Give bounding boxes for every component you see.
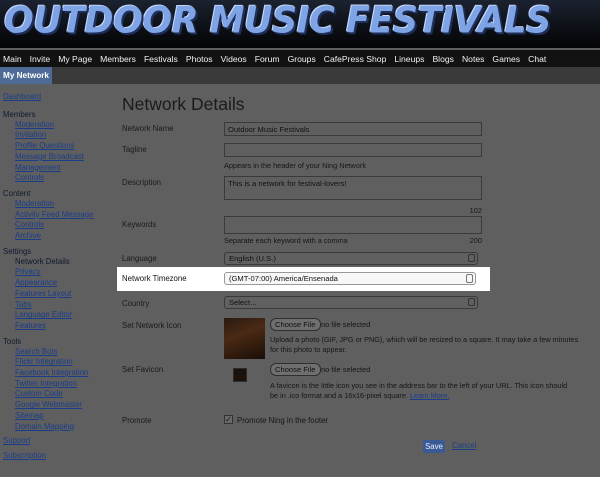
country-select[interactable]: Select...: [224, 296, 478, 309]
nav-item-notes[interactable]: Notes: [462, 54, 484, 64]
language-select-value: English (U.S.): [229, 254, 276, 263]
sidebar-item-custom-code[interactable]: Custom Code: [0, 389, 108, 400]
keywords-label: Keywords: [122, 220, 157, 229]
description-label: Description: [122, 178, 161, 187]
promote-checkbox[interactable]: ✓: [224, 415, 233, 424]
favicon-file-status: no file selected: [321, 365, 371, 374]
promote-checkbox-label: Promote Ning in the footer: [237, 416, 329, 425]
sidebar-item-language-editor[interactable]: Language Editor: [0, 310, 108, 321]
save-button[interactable]: Save: [423, 440, 445, 453]
tab-my-network[interactable]: My Network: [0, 67, 52, 84]
network-icon-hint-line2: for this photo to appear.: [270, 345, 347, 354]
nav-item-cafepress-shop[interactable]: CafePress Shop: [324, 54, 387, 64]
favicon-hint-line2: be in .ico format and a 16x16-pixel squa…: [270, 391, 449, 400]
sidebar-item-domain-mapping[interactable]: Domain Mapping: [0, 422, 108, 433]
sidebar-item-features-layout[interactable]: Features Layout: [0, 289, 108, 300]
timezone-select-value: (GMT-07:00) America/Ensenada: [229, 274, 338, 283]
sidebar-item-privacy[interactable]: Privacy: [0, 267, 108, 278]
sidebar-item-member-controls[interactable]: Controls: [0, 173, 108, 184]
sidebar-item-subscription[interactable]: Subscription: [3, 451, 108, 462]
sub-nav: My Network: [0, 67, 600, 84]
select-arrow-icon: [468, 254, 475, 262]
nav-item-lineups[interactable]: Lineups: [394, 54, 424, 64]
favicon-hint-line1: A favicon is the little icon you see in …: [270, 381, 568, 390]
nav-item-invite[interactable]: Invite: [30, 54, 51, 64]
tagline-hint: Appears in the header of your Ning Netwo…: [224, 161, 366, 170]
page-title: Network Details: [122, 94, 245, 114]
sidebar-heading-content: Content: [3, 188, 31, 198]
nav-item-forum[interactable]: Forum: [255, 54, 280, 64]
nav-item-members[interactable]: Members: [100, 54, 136, 64]
nav-item-games[interactable]: Games: [492, 54, 520, 64]
nav-item-groups[interactable]: Groups: [288, 54, 316, 64]
language-select[interactable]: English (U.S.): [224, 252, 478, 265]
description-textarea[interactable]: This is a network for festival-lovers!: [224, 176, 482, 200]
keywords-char-count: 200: [469, 236, 482, 245]
keywords-input[interactable]: [224, 216, 482, 234]
network-icon-preview: [224, 318, 265, 359]
nav-item-videos[interactable]: Videos: [221, 54, 247, 64]
sidebar-item-dashboard[interactable]: Dashboard: [3, 92, 108, 103]
sidebar-item-message-broadcast[interactable]: Message Broadcast: [0, 152, 108, 163]
sidebar-item-features[interactable]: Features: [0, 321, 108, 332]
country-select-value: Select...: [229, 298, 257, 307]
nav-item-chat[interactable]: Chat: [528, 54, 546, 64]
timezone-label: Network Timezone: [122, 274, 187, 283]
favicon-choose-file-button[interactable]: Choose File: [270, 363, 321, 376]
select-arrow-icon: [466, 274, 473, 283]
sidebar-heading-settings: Settings: [3, 246, 32, 256]
sidebar-item-appearance[interactable]: Appearance: [0, 278, 108, 289]
favicon-preview: [233, 368, 247, 382]
sidebar-item-search-bots[interactable]: Search Bots: [0, 347, 108, 358]
sidebar-item-facebook-integration[interactable]: Facebook Integration: [0, 368, 108, 379]
network-name-input[interactable]: Outdoor Music Festivals: [224, 122, 482, 136]
main-nav: Main Invite My Page Members Festivals Ph…: [0, 50, 600, 67]
banner: OUTDOOR MUSIC FESTIVALS: [0, 0, 600, 48]
language-label: Language: [122, 254, 157, 263]
sidebar-heading-tools: Tools: [3, 336, 22, 346]
network-icon-file-status: no file selected: [321, 320, 371, 329]
sidebar-item-content-moderation[interactable]: Moderation: [0, 199, 108, 210]
network-icon-choose-file-button[interactable]: Choose File: [270, 318, 321, 331]
tagline-input[interactable]: [224, 143, 482, 157]
nav-item-my-page[interactable]: My Page: [58, 54, 92, 64]
promote-label: Promote: [122, 416, 152, 425]
sidebar-item-moderation[interactable]: Moderation: [0, 120, 108, 131]
admin-sidebar: Dashboard Members Moderation Invitation …: [0, 92, 108, 462]
sidebar-item-support[interactable]: Support: [3, 436, 108, 447]
network-icon-label: Set Network Icon: [122, 321, 182, 330]
sidebar-item-invitation[interactable]: Invitation: [0, 130, 108, 141]
sidebar-heading-members: Members: [3, 109, 36, 119]
nav-item-photos[interactable]: Photos: [186, 54, 213, 64]
country-label: Country: [122, 299, 150, 308]
timezone-highlight-row: Network Timezone (GMT-07:00) America/Ens…: [117, 267, 490, 291]
sidebar-item-flickr-integration[interactable]: Flickr Integration: [0, 357, 108, 368]
favicon-label: Set Favicon: [122, 365, 164, 374]
description-char-count: 102: [469, 206, 482, 215]
sidebar-item-tabs[interactable]: Tabs: [0, 300, 108, 311]
sidebar-item-content-controls[interactable]: Controls: [0, 220, 108, 231]
nav-item-main[interactable]: Main: [3, 54, 22, 64]
sidebar-item-network-details: Network Details: [15, 256, 70, 266]
nav-item-festivals[interactable]: Festivals: [144, 54, 178, 64]
select-arrow-icon: [468, 298, 475, 306]
network-icon-hint-line1: Upload a photo (GIF, JPG or PNG), which …: [270, 335, 579, 344]
keywords-hint: Separate each keyword with a comma: [224, 236, 348, 245]
network-name-label: Network Name: [122, 124, 174, 133]
tagline-label: Tagline: [122, 145, 147, 154]
learn-more-link[interactable]: Learn More.: [410, 391, 449, 400]
favicon-hint-text: be in .ico format and a 16x16-pixel squa…: [270, 391, 408, 400]
cancel-link[interactable]: Cancel: [452, 441, 476, 450]
sidebar-item-activity-feed-message[interactable]: Activity Feed Message: [0, 210, 108, 221]
timezone-select[interactable]: (GMT-07:00) America/Ensenada: [224, 272, 476, 285]
sidebar-item-profile-questions[interactable]: Profile Questions: [0, 141, 108, 152]
nav-item-blogs[interactable]: Blogs: [432, 54, 454, 64]
sidebar-item-archive[interactable]: Archive: [0, 231, 108, 242]
sidebar-item-google-webmaster[interactable]: Google Webmaster: [0, 400, 108, 411]
sidebar-item-twitter-integration[interactable]: Twitter Integration: [0, 379, 108, 390]
sidebar-item-management[interactable]: Management: [0, 163, 108, 174]
sidebar-item-sitemap[interactable]: Sitemap: [0, 411, 108, 422]
site-logo[interactable]: OUTDOOR MUSIC FESTIVALS: [4, 0, 551, 42]
